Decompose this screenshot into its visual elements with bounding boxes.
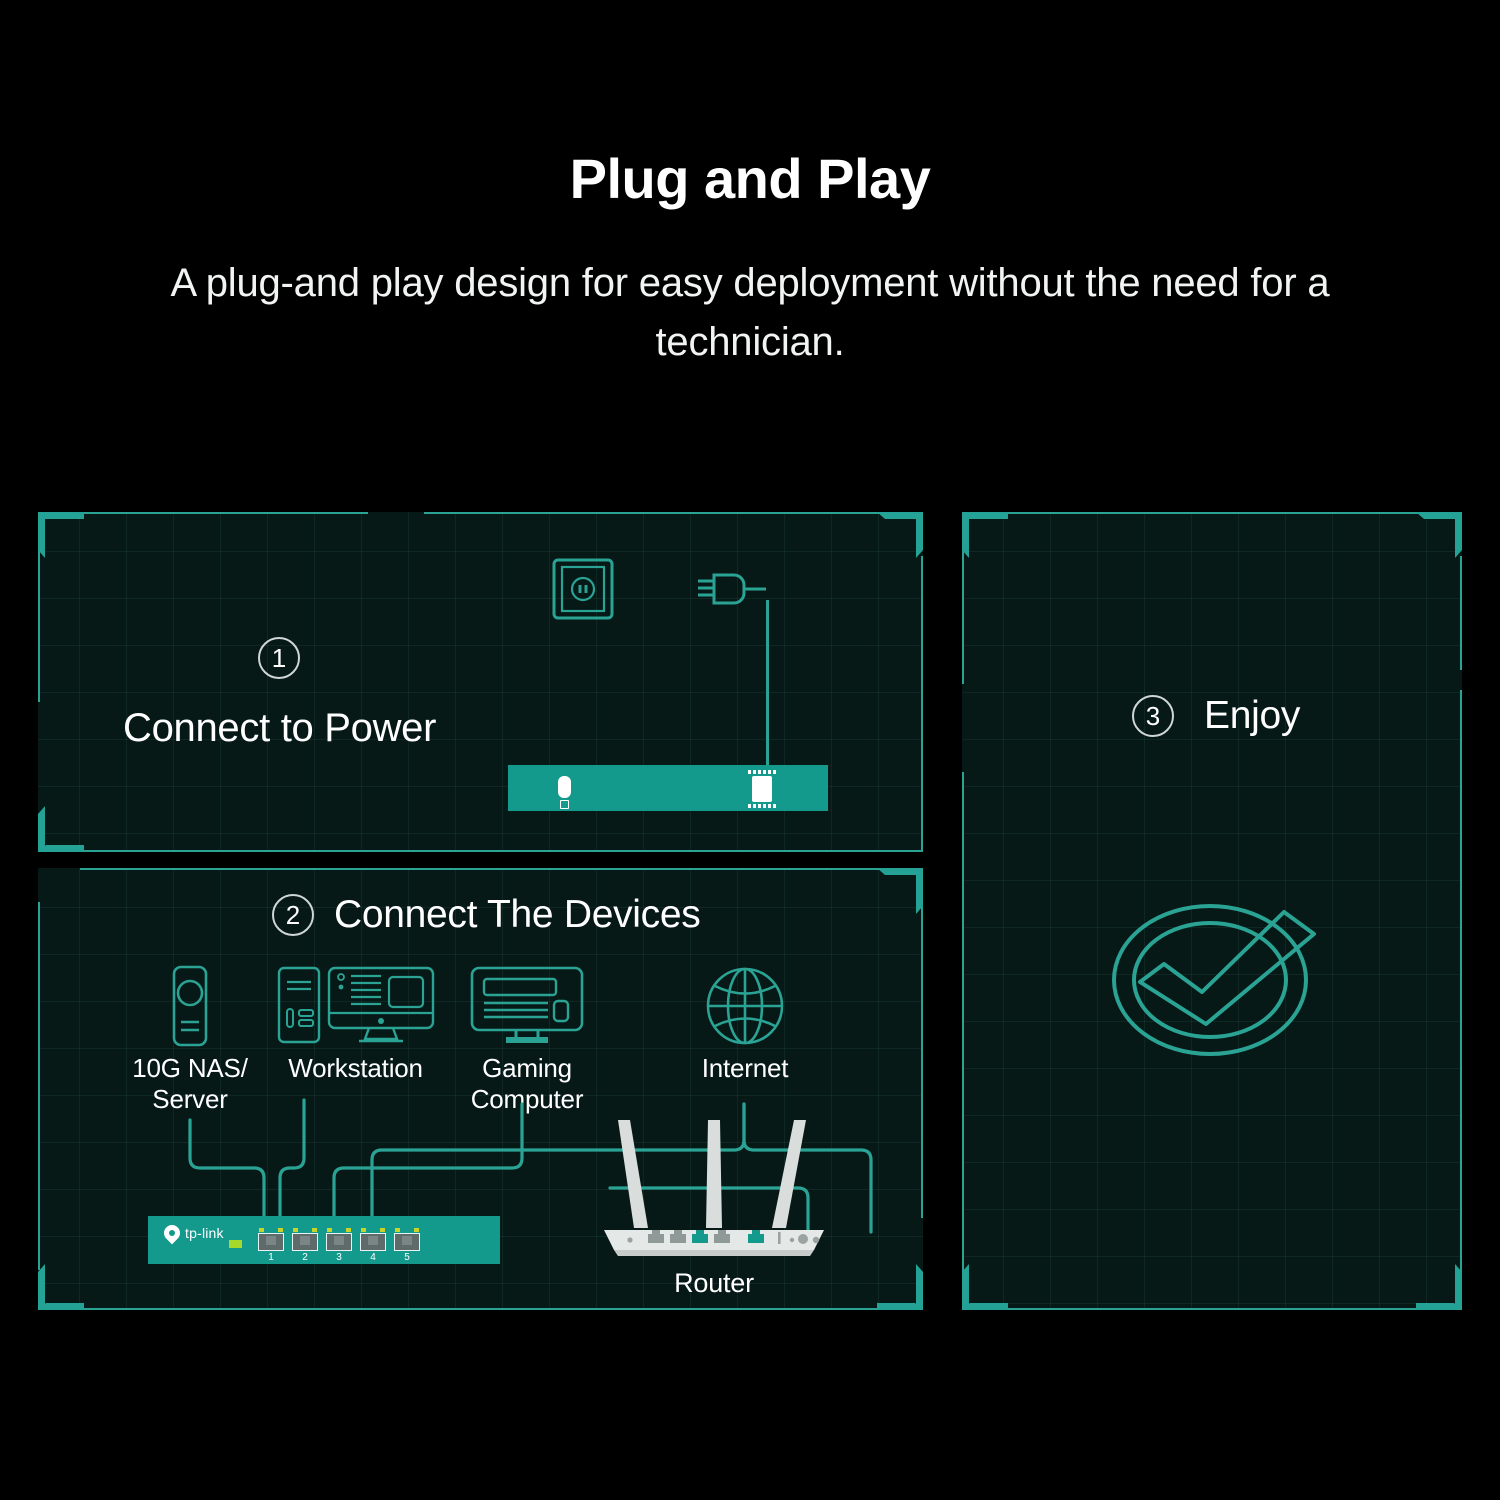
tp-link-mark-icon bbox=[160, 1221, 184, 1245]
switch-port-3: 3 bbox=[326, 1228, 352, 1263]
switch-port-3-number: 3 bbox=[336, 1252, 342, 1263]
check-circle-icon bbox=[1112, 904, 1316, 1056]
panel1-corner-bottom-left bbox=[38, 806, 84, 852]
switch-power-socket bbox=[558, 776, 571, 798]
power-cord-line bbox=[766, 600, 769, 772]
page-subtitle: A plug-and play design for easy deployme… bbox=[170, 260, 1330, 364]
panel3-corner-top-right bbox=[1416, 512, 1462, 558]
panel1-border-top-right bbox=[424, 512, 884, 514]
switch-port-2: 2 bbox=[292, 1228, 318, 1263]
switch-power-symbol bbox=[560, 800, 569, 809]
router-caption: Router bbox=[674, 1268, 754, 1298]
switch-port-2-number: 2 bbox=[302, 1252, 308, 1263]
switch-port-5: 5 bbox=[394, 1228, 420, 1263]
panel3-border-bottom bbox=[1004, 1308, 1422, 1310]
tp-link-logo: tp-link bbox=[160, 1221, 224, 1245]
step-1-number-wrap: 1 bbox=[258, 637, 300, 679]
panel1-corner-top-right bbox=[877, 512, 923, 558]
switch-port-4: 4 bbox=[360, 1228, 386, 1263]
power-plug-icon bbox=[698, 573, 766, 605]
page-title: Plug and Play bbox=[569, 147, 931, 210]
switch-port-1: 1 bbox=[258, 1228, 284, 1263]
step-3-number: 3 bbox=[1132, 695, 1174, 737]
switch-power-led bbox=[229, 1240, 242, 1248]
step-3-label: Enjoy bbox=[1204, 694, 1301, 737]
wall-outlet-icon bbox=[552, 558, 614, 620]
panel3-border-left-lower bbox=[962, 772, 964, 1310]
panel3-corner-bottom-right bbox=[1416, 1264, 1462, 1310]
step-1-number: 1 bbox=[258, 637, 300, 679]
panel1-border-right bbox=[921, 556, 923, 852]
header: Plug and Play A plug-and play design for… bbox=[0, 0, 1500, 372]
switch-rear-port-top-pins bbox=[748, 770, 776, 774]
switch-port-1-number: 1 bbox=[268, 1252, 274, 1263]
tp-link-switch: tp-link 1 2 3 4 5 bbox=[148, 1216, 500, 1264]
switch-port-5-number: 5 bbox=[404, 1252, 410, 1263]
panel3-border-top bbox=[1004, 512, 1422, 514]
router-icon bbox=[604, 1120, 824, 1256]
panel1-border-bottom bbox=[80, 850, 923, 852]
step-3-heading: 3 Enjoy bbox=[1132, 694, 1300, 738]
switch-rear-port bbox=[752, 776, 772, 802]
panel1-corner-top-left bbox=[38, 512, 84, 558]
panel1-border-top-left bbox=[38, 512, 368, 514]
switch-rear-port-bottom-pins bbox=[748, 804, 776, 808]
switch-port-4-number: 4 bbox=[370, 1252, 376, 1263]
panel3-border-right-lower bbox=[1460, 690, 1462, 1310]
panel3-corner-bottom-left bbox=[962, 1264, 1008, 1310]
panel3-border-right-upper bbox=[1460, 556, 1462, 670]
switch-rear-icon bbox=[508, 765, 828, 811]
step-1-label: Connect to Power bbox=[123, 706, 437, 750]
tp-link-wordmark: tp-link bbox=[185, 1225, 224, 1241]
panel3-corner-top-left bbox=[962, 512, 1008, 558]
